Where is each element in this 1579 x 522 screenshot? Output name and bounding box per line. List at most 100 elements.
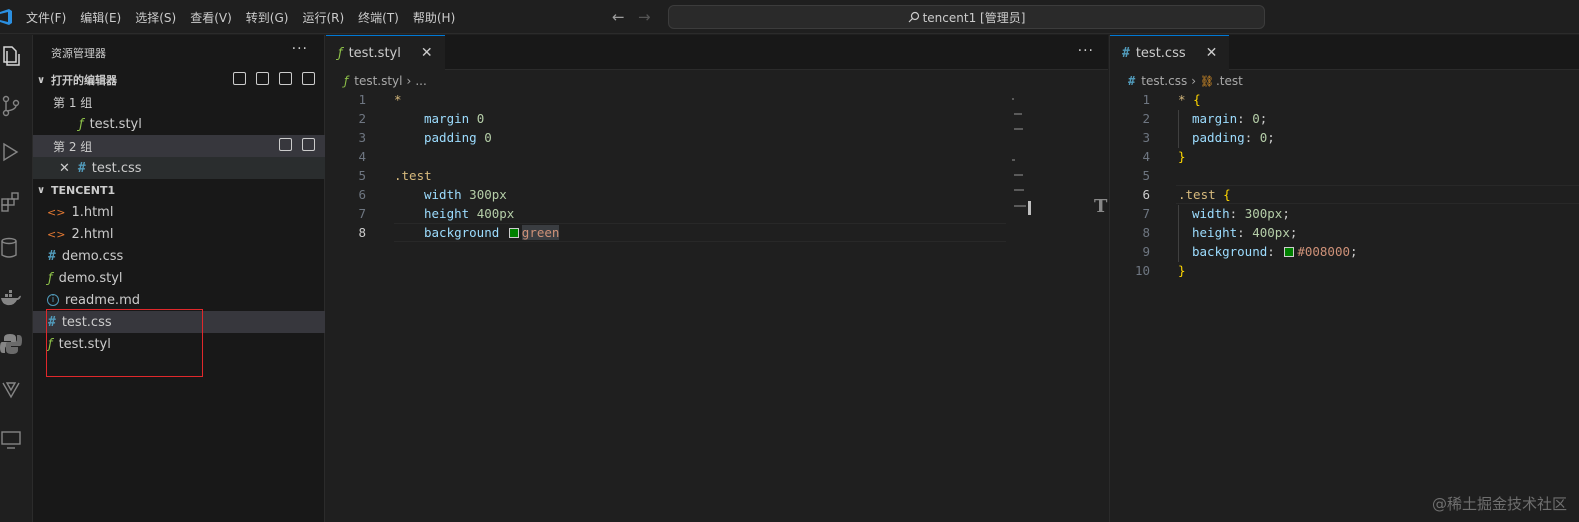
- symbol-class-icon: ⛓: [1200, 74, 1214, 88]
- minimap-slider[interactable]: [1028, 201, 1031, 215]
- css-file-icon: #: [1122, 45, 1130, 61]
- remote-window-icon[interactable]: [0, 429, 21, 455]
- line-number: 4: [358, 149, 366, 164]
- remote-explorer-icon[interactable]: [0, 379, 20, 405]
- open-editors-label: 打开的编辑器: [51, 74, 117, 87]
- close-icon[interactable]: ✕: [421, 45, 433, 61]
- vscode-logo-icon[interactable]: [0, 9, 12, 25]
- tab-test-css[interactable]: # test.css ✕: [1110, 35, 1230, 70]
- back-arrow-icon[interactable]: ←: [612, 8, 625, 26]
- code-line: .test: [394, 168, 432, 183]
- code-line: padding: 0;: [1192, 130, 1275, 145]
- code-line: width 300px: [424, 187, 507, 202]
- explorer-sidebar: 资源管理器 ··· ∨ 打开的编辑器 第 1 组 ƒ test.styl 第 2…: [33, 35, 325, 522]
- save-group-icon[interactable]: [279, 138, 292, 151]
- source-control-icon[interactable]: [0, 95, 20, 121]
- line-number: 1: [1142, 92, 1150, 107]
- menu-edit[interactable]: 编辑(E): [80, 9, 121, 26]
- open-editor-test-css[interactable]: ✕ # test.css: [33, 157, 325, 179]
- editor-group-1[interactable]: 第 1 组: [33, 91, 325, 113]
- chevron-down-icon: ∨: [37, 74, 46, 86]
- close-group-icon[interactable]: [302, 138, 315, 151]
- open-editor-test-styl[interactable]: ƒ test.styl: [33, 113, 325, 135]
- docker-icon[interactable]: [0, 287, 21, 313]
- editor-group-2[interactable]: 第 2 组: [33, 135, 325, 157]
- line-number: 5: [358, 168, 366, 183]
- search-text: tencent1 [管理员]: [922, 10, 1026, 25]
- activity-bar: [0, 35, 33, 522]
- file-name: 2.html: [71, 226, 114, 242]
- color-swatch-icon[interactable]: [1284, 247, 1295, 257]
- file-item-1-html[interactable]: <> 1.html: [33, 201, 325, 223]
- tab-bar: ƒ test.styl ✕ ···: [326, 35, 1108, 70]
- breadcrumb-file[interactable]: test.css: [1141, 74, 1187, 88]
- highlight-annotation-box: [46, 309, 203, 377]
- stylus-file-icon: ƒ: [338, 45, 343, 61]
- folder-header[interactable]: ∨ TENCENT1: [33, 179, 325, 201]
- line-number: 7: [1142, 206, 1150, 221]
- split-sash-glyph[interactable]: T: [1094, 196, 1107, 217]
- editor-group-right: # test.css ✕ # test.css › ⛓ .test 1 2 3 …: [1109, 35, 1579, 522]
- current-line-highlight: [1176, 185, 1579, 204]
- menu-terminal[interactable]: 终端(T): [358, 9, 399, 26]
- extensions-icon[interactable]: [0, 191, 20, 217]
- file-item-2-html[interactable]: <> 2.html: [33, 223, 325, 245]
- explorer-icon[interactable]: [0, 45, 20, 71]
- group-1-label: 第 1 组: [53, 95, 93, 110]
- breadcrumb-more[interactable]: ...: [415, 74, 426, 88]
- breadcrumb: # test.css › ⛓ .test: [1128, 72, 1243, 90]
- open-editors-header[interactable]: ∨ 打开的编辑器: [33, 69, 325, 91]
- html-file-icon: <>: [47, 205, 66, 219]
- css-file-icon: #: [1128, 74, 1136, 88]
- run-debug-icon[interactable]: [0, 141, 20, 167]
- close-editor-icon[interactable]: ✕: [59, 161, 70, 176]
- file-name: readme.md: [65, 292, 140, 308]
- css-file-icon: #: [77, 160, 86, 176]
- line-number: 3: [1142, 130, 1150, 145]
- code-line: * {: [1178, 92, 1201, 107]
- stylus-file-icon: ƒ: [344, 74, 349, 88]
- title-bar: 文件(F) 编辑(E) 选择(S) 查看(V) 转到(G) 运行(R) 终端(T…: [0, 0, 1579, 34]
- line-number: 10: [1134, 263, 1150, 278]
- breadcrumb-separator-icon: ›: [406, 74, 412, 88]
- menu-selection[interactable]: 选择(S): [135, 9, 176, 26]
- line-number: 5: [1142, 168, 1150, 183]
- css-file-icon: #: [48, 248, 56, 264]
- code-line: margin: 0;: [1192, 111, 1268, 126]
- editor-more-icon[interactable]: ···: [1078, 43, 1094, 59]
- file-item-demo-css[interactable]: # demo.css: [33, 245, 325, 267]
- line-number: 6: [1142, 187, 1150, 202]
- database-icon[interactable]: [0, 237, 20, 263]
- menu-go[interactable]: 转到(G): [246, 9, 289, 26]
- close-all-icon[interactable]: [302, 72, 315, 85]
- file-item-readme-md[interactable]: i readme.md: [33, 289, 325, 311]
- info-file-icon: i: [47, 294, 59, 306]
- menu-help[interactable]: 帮助(H): [413, 9, 455, 26]
- menu-view[interactable]: 查看(V): [190, 9, 232, 26]
- file-item-demo-styl[interactable]: ƒ demo.styl: [33, 267, 325, 289]
- close-icon[interactable]: ✕: [1206, 45, 1218, 61]
- forward-arrow-icon[interactable]: →: [638, 8, 651, 26]
- breadcrumb-symbol[interactable]: .test: [1216, 74, 1243, 88]
- new-untitled-file-icon[interactable]: [233, 72, 246, 85]
- menu-file[interactable]: 文件(F): [26, 9, 66, 26]
- toggle-vertical-layout-icon[interactable]: [256, 72, 269, 85]
- line-number: 4: [1142, 149, 1150, 164]
- sidebar-more-icon[interactable]: ···: [292, 41, 308, 57]
- line-number: 2: [1142, 111, 1150, 126]
- open-editor-filename: test.styl: [89, 116, 142, 132]
- editor-group-left: ƒ test.styl ✕ ··· ƒ test.styl › ... 1 2 …: [326, 35, 1108, 522]
- sidebar-title: 资源管理器: [51, 47, 106, 60]
- command-center-search[interactable]: tencent1 [管理员]: [668, 5, 1265, 29]
- breadcrumb-file[interactable]: test.styl: [354, 74, 402, 88]
- code-line: height: 400px;: [1192, 225, 1298, 240]
- code-line: background: #008000;: [1192, 244, 1358, 259]
- file-name: demo.css: [61, 248, 124, 264]
- stylus-file-icon: ƒ: [48, 270, 53, 286]
- menu-run[interactable]: 运行(R): [302, 9, 344, 26]
- breadcrumb-separator-icon: ›: [1191, 74, 1197, 88]
- save-all-icon[interactable]: [279, 72, 292, 85]
- python-icon[interactable]: [0, 333, 22, 359]
- tab-test-styl[interactable]: ƒ test.styl ✕: [326, 35, 445, 70]
- color-swatch-icon[interactable]: [508, 228, 519, 238]
